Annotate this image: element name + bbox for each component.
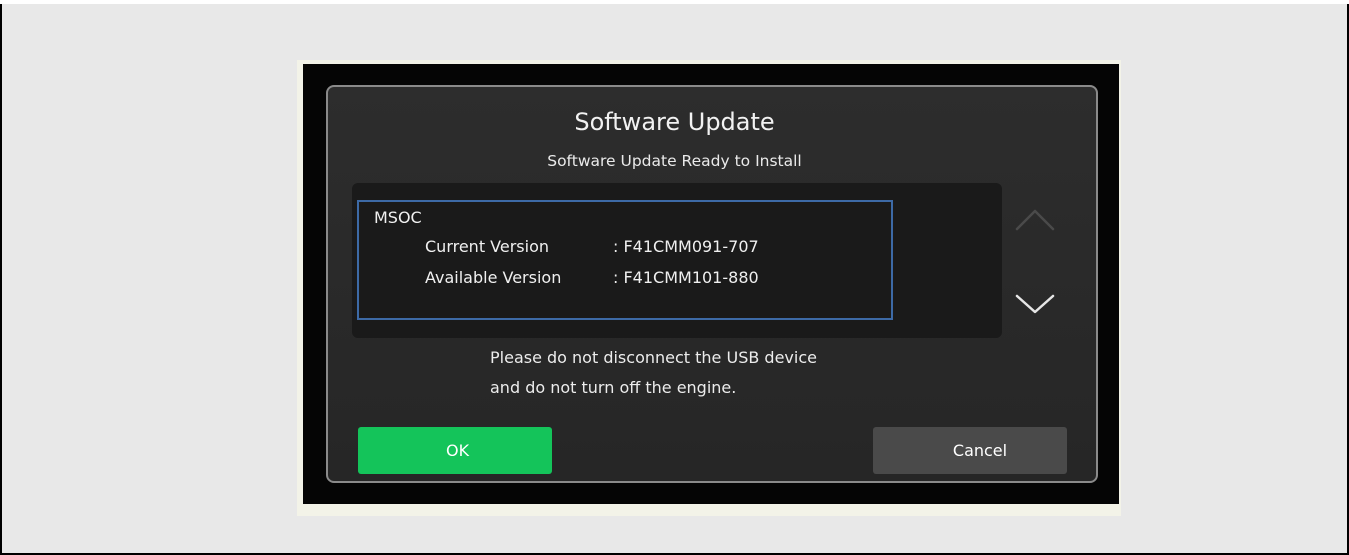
module-name: MSOC: [374, 208, 422, 227]
chevron-down-icon[interactable]: [1013, 290, 1057, 318]
current-version-value: : F41CMM091-707: [613, 237, 759, 256]
warning-line-1: Please do not disconnect the USB device: [490, 348, 817, 367]
version-info-item[interactable]: MSOC Current Version : F41CMM091-707 Avai…: [357, 200, 893, 320]
available-version-row: Available Version : F41CMM101-880: [425, 268, 759, 287]
chevron-up-icon[interactable]: [1013, 205, 1057, 233]
current-version-row: Current Version : F41CMM091-707: [425, 237, 759, 256]
dialog-title: Software Update: [574, 108, 775, 136]
ok-button[interactable]: OK: [358, 427, 552, 474]
warning-line-2: and do not turn off the engine.: [490, 378, 737, 397]
current-version-label: Current Version: [425, 237, 550, 256]
dialog-subtitle: Software Update Ready to Install: [547, 152, 802, 170]
available-version-label: Available Version: [425, 268, 562, 287]
available-version-value: : F41CMM101-880: [613, 268, 759, 287]
cancel-button[interactable]: Cancel: [873, 427, 1067, 474]
